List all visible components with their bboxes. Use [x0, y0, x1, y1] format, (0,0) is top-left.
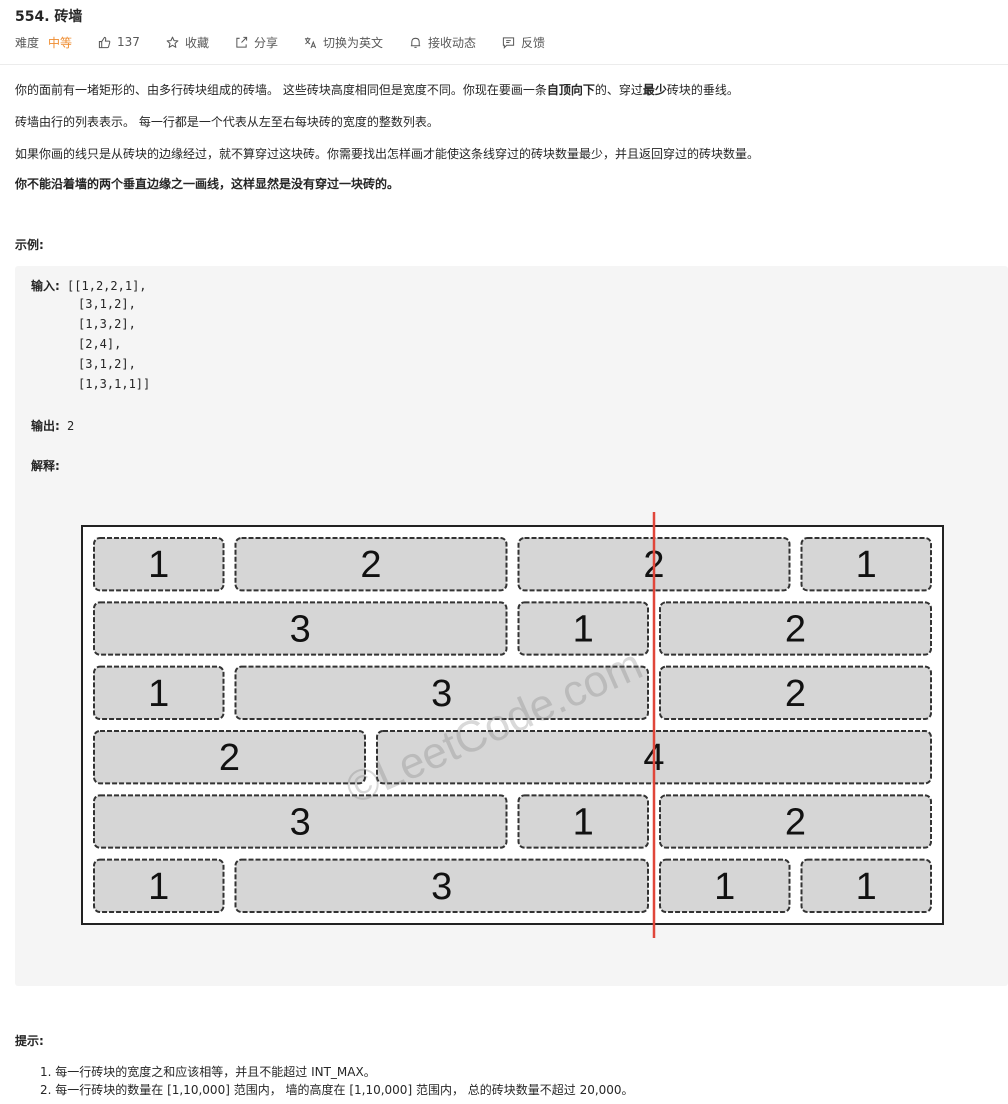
brick-label-5-1: 3: [431, 866, 452, 908]
input-label: 输入:: [31, 279, 60, 293]
example-heading: 示例:: [15, 238, 44, 252]
input-value-line: [[1,2,2,1],: [67, 279, 147, 293]
brick-label-2-0: 1: [148, 673, 169, 715]
input-line-4: [3,1,2],: [78, 357, 136, 371]
input-line-5: [1,3,1,1]]: [78, 377, 151, 391]
output-value: 2: [67, 419, 75, 433]
subscribe-label: 接收动态: [427, 35, 476, 50]
brick-label-0-0: 1: [148, 544, 169, 586]
brick-label-4-1: 1: [573, 802, 594, 844]
brick-label-0-1: 2: [360, 544, 381, 586]
brick-label-3-0: 2: [219, 737, 240, 779]
brick-label-4-2: 2: [785, 802, 806, 844]
input-line-3: [2,4],: [78, 337, 122, 351]
p1-text-c: 的、穿过: [594, 83, 643, 97]
hint-item-2: 2. 每一行砖块的数量在 [1,10,000] 范围内， 墙的高度在 [1,10…: [40, 1083, 634, 1097]
favorite-button[interactable]: 收藏: [166, 34, 209, 51]
description-paragraph-3: 如果你画的线只是从砖块的边缘经过，就不算穿过这块砖。你需要找出怎样画才能使这条线…: [15, 147, 760, 161]
input-line-0: 输入: [[1,2,2,1],: [31, 277, 147, 294]
problem-meta-bar: 难度 中等 137 收藏 分享 切换为英文 接收动态 反馈: [15, 33, 571, 51]
p1-bold-least: 最少: [642, 83, 667, 97]
brick-label-0-3: 1: [856, 544, 877, 586]
feedback-button[interactable]: 反馈: [502, 34, 545, 51]
description-paragraph-2: 砖墙由行的列表表示。 每一行都是一个代表从左至右每块砖的宽度的整数列表。: [15, 115, 439, 129]
p1-text-a: 你的面前有一堵矩形的、由多行砖块组成的砖墙。 这些砖块高度相同但是宽度不同。你现…: [15, 83, 547, 97]
brick-label-2-1: 3: [431, 673, 452, 715]
output-label: 输出:: [31, 419, 60, 433]
translate-icon: [304, 36, 317, 48]
hint-item-1: 1. 每一行砖块的宽度之和应该相等，并且不能超过 INT_MAX。: [40, 1065, 376, 1079]
share-icon: [236, 36, 248, 48]
feedback-label: 反馈: [521, 35, 546, 50]
like-count: 137: [117, 35, 140, 49]
description-paragraph-1: 你的面前有一堵矩形的、由多行砖块组成的砖墙。 这些砖块高度相同但是宽度不同。你现…: [15, 81, 739, 98]
switch-language-label: 切换为英文: [322, 35, 383, 50]
output-line: 输出: 2: [31, 417, 74, 434]
favorite-label: 收藏: [184, 35, 209, 50]
explanation-label: 解释:: [31, 457, 60, 474]
brick-label-1-2: 2: [785, 609, 806, 651]
difficulty-badge: 中等: [48, 35, 73, 50]
difficulty-label: 难度: [15, 35, 40, 50]
input-line-2: [1,3,2],: [78, 317, 136, 331]
brick-label-4-0: 3: [290, 802, 311, 844]
p1-bold-top-down: 自顶向下: [546, 83, 595, 97]
bell-icon: [410, 37, 421, 48]
problem-title: 554. 砖墙: [15, 9, 83, 25]
brick-label-5-3: 1: [856, 866, 877, 908]
like-button[interactable]: 137: [98, 35, 140, 49]
brick-label-5-0: 1: [148, 866, 169, 908]
brick-wall-diagram: 1 2 2 13 1 21 3 22 43 1 21 3 1 1©LeetCode.com: [81, 512, 944, 938]
explain-label-text: 解释:: [31, 459, 60, 473]
thumbs-up-icon: [98, 36, 111, 48]
input-line-1: [3,1,2],: [78, 297, 136, 311]
star-icon: [166, 36, 179, 48]
share-label: 分享: [253, 35, 278, 50]
hints-heading: 提示:: [15, 1034, 44, 1048]
brick-label-5-2: 1: [714, 866, 735, 908]
brick-label-1-1: 1: [573, 609, 594, 651]
header-divider: [0, 64, 1008, 65]
p1-text-e: 砖块的垂线。: [666, 83, 739, 97]
brick-label-1-0: 3: [290, 609, 311, 651]
description-paragraph-4: 你不能沿着墙的两个垂直边缘之一画线，这样显然是没有穿过一块砖的。: [15, 177, 400, 191]
share-button[interactable]: 分享: [235, 34, 278, 51]
brick-label-2-2: 2: [785, 673, 806, 715]
switch-language-button[interactable]: 切换为英文: [304, 34, 383, 51]
feedback-icon: [502, 36, 515, 49]
subscribe-button[interactable]: 接收动态: [409, 34, 476, 51]
